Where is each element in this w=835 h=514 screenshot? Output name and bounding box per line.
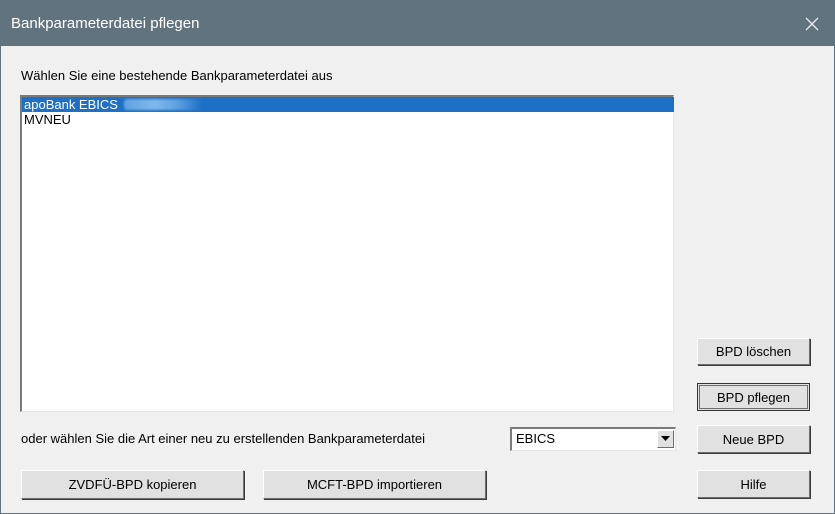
bpd-type-value: EBICS	[516, 431, 556, 446]
list-item-label: MVNEU	[24, 112, 71, 127]
delete-bpd-button[interactable]: BPD löschen	[697, 338, 810, 365]
list-item-mvneu[interactable]: MVNEU	[22, 112, 674, 127]
chevron-down-icon	[661, 436, 670, 441]
bpd-type-select[interactable]: EBICS	[510, 427, 676, 451]
title-bar[interactable]: Bankparameterdatei pflegen	[1, 1, 834, 46]
import-mcft-bpd-button[interactable]: MCFT-BPD importieren	[263, 470, 486, 499]
new-file-label: oder wählen Sie die Art einer neu zu ers…	[21, 431, 425, 446]
dialog-window: Bankparameterdatei pflegen Wählen Sie ei…	[0, 0, 835, 514]
list-label: Wählen Sie eine bestehende Bankparameter…	[21, 68, 333, 83]
new-bpd-button[interactable]: Neue BPD	[697, 425, 810, 453]
window-title: Bankparameterdatei pflegen	[11, 15, 200, 32]
close-icon	[805, 17, 819, 30]
list-item-label: apoBank EBICS	[24, 97, 118, 112]
help-button[interactable]: Hilfe	[697, 470, 810, 498]
list-item-apobank-ebics[interactable]: apoBank EBICS	[22, 97, 674, 112]
edit-bpd-button[interactable]: BPD pflegen	[697, 383, 810, 411]
redacted-text	[123, 99, 202, 110]
copy-zvdfue-bpd-button[interactable]: ZVDFÜ-BPD kopieren	[21, 470, 244, 499]
bpd-listbox[interactable]: apoBank EBICS MVNEU	[20, 95, 674, 412]
close-button[interactable]	[790, 1, 834, 46]
dropdown-button[interactable]	[657, 430, 674, 448]
